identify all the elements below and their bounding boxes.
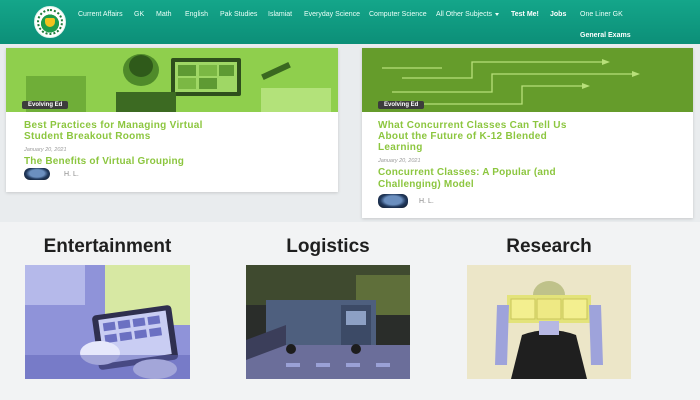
top-nav: Current Affairs GK Math English Pak Stud… — [0, 0, 700, 44]
nav-item-all-other-subjects[interactable]: All Other Subjects — [436, 11, 500, 18]
author-name[interactable]: H. L. — [419, 198, 434, 205]
nav-item-gk[interactable]: GK — [134, 11, 144, 18]
category-heading-logistics[interactable]: Logistics — [246, 236, 410, 258]
chevron-down-icon — [495, 12, 500, 16]
nav-item-islamiat[interactable]: Islamiat — [268, 11, 292, 18]
nav-item-one-liner-gk[interactable]: One Liner GK — [580, 11, 623, 18]
article-title-line: What Concurrent Classes Can Tell Us — [378, 120, 567, 131]
category-image-research[interactable] — [467, 265, 631, 379]
nav-item-jobs[interactable]: Jobs — [550, 11, 566, 18]
category-heading-entertainment[interactable]: Entertainment — [25, 236, 190, 258]
nav-item-current-affairs[interactable]: Current Affairs — [78, 11, 123, 18]
nav-item-math[interactable]: Math — [156, 11, 172, 18]
category-heading-research[interactable]: Research — [467, 236, 631, 258]
article-subtitle-line: Concurrent Classes: A Popular (and — [378, 167, 556, 178]
nav-item-everyday-science[interactable]: Everyday Science — [304, 11, 360, 18]
article-title-line: About the Future of K-12 Blended — [378, 131, 548, 142]
article-subtitle[interactable]: Concurrent Classes: A Popular (and Chall… — [378, 167, 556, 190]
author-avatar[interactable] — [24, 168, 50, 180]
article-title-line: Best Practices for Managing Virtual — [24, 120, 203, 131]
category-image-logistics[interactable] — [246, 265, 410, 379]
nav-item-general-exams[interactable]: General Exams — [580, 32, 631, 39]
article-title[interactable]: Best Practices for Managing Virtual Stud… — [24, 120, 203, 142]
article-date: January 20, 2021 — [378, 158, 421, 164]
nav-item-test-me[interactable]: Test Me! — [511, 11, 539, 18]
author-avatar[interactable] — [378, 194, 408, 208]
article-title[interactable]: What Concurrent Classes Can Tell Us Abou… — [378, 120, 567, 153]
article-card-left[interactable]: Evolving Ed Best Practices for Managing … — [6, 48, 338, 192]
article-title-line: Student Breakout Rooms — [24, 131, 151, 142]
nav-item-english[interactable]: English — [185, 11, 208, 18]
category-image-entertainment[interactable] — [25, 265, 190, 379]
nav-item-pak-studies[interactable]: Pak Studies — [220, 11, 257, 18]
site-logo[interactable] — [34, 6, 66, 38]
article-subtitle-line: Challenging) Model — [378, 178, 474, 190]
article-subtitle[interactable]: The Benefits of Virtual Grouping — [24, 156, 184, 168]
article-card-right[interactable]: Evolving Ed What Concurrent Classes Can … — [362, 48, 693, 218]
author-name[interactable]: H. L. — [64, 171, 79, 178]
nav-item-computer-science[interactable]: Computer Science — [369, 11, 427, 18]
category-tag[interactable]: Evolving Ed — [22, 101, 69, 109]
article-title-line: Learning — [378, 142, 423, 153]
category-tag[interactable]: Evolving Ed — [378, 101, 425, 109]
nav-item-all-other-subjects-label: All Other Subjects — [436, 11, 493, 18]
article-date: January 20, 2021 — [24, 147, 67, 153]
